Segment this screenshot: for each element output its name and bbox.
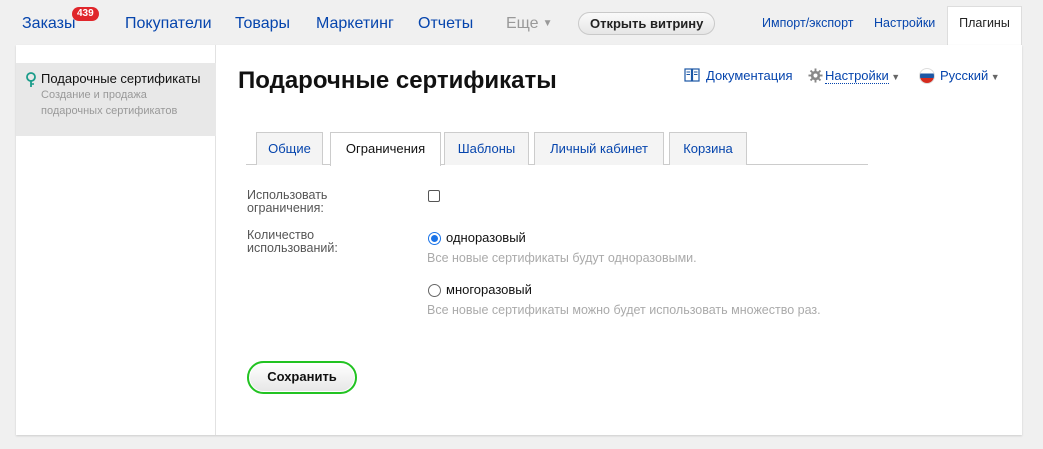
single-use-hint: Все новые сертификаты будут одноразовыми… [427, 251, 697, 265]
sidebar-item-gift-certificates[interactable]: Подарочные сертификаты Создание и продаж… [16, 63, 216, 136]
multi-use-radio[interactable] [428, 284, 441, 297]
documentation-link[interactable]: Документация [684, 68, 793, 83]
sidebar-item-title-wrap: Подарочные сертификаты Создание и продаж… [41, 71, 208, 118]
tab-cart[interactable]: Корзина [669, 132, 747, 165]
settings-dropdown[interactable]: Настройки ▼ [808, 68, 901, 84]
nav-more[interactable]: Еще ▼ [506, 15, 552, 33]
single-use-label[interactable]: одноразовый [446, 230, 526, 245]
nav-more-label: Еще [506, 15, 539, 32]
orders-count-badge: 439 [72, 7, 99, 21]
multi-use-hint: Все новые сертификаты можно будет исполь… [427, 303, 821, 317]
sidebar-item-description: Создание и продажа подарочных сертификат… [41, 89, 178, 117]
language-selector[interactable]: Русский ▼ [919, 68, 1000, 84]
save-button[interactable]: Сохранить [247, 361, 357, 394]
chevron-down-icon: ▼ [542, 18, 553, 29]
russia-flag-icon [919, 68, 935, 84]
sidebar-item-title: Подарочные сертификаты [41, 71, 201, 86]
single-use-radio[interactable] [428, 232, 441, 245]
nav-marketing[interactable]: Маркетинг [316, 15, 394, 33]
tab-templates[interactable]: Шаблоны [444, 132, 529, 165]
nav-settings[interactable]: Настройки [874, 16, 935, 30]
multi-use-label[interactable]: многоразовый [446, 282, 532, 297]
plugin-sidebar: Подарочные сертификаты Создание и продаж… [16, 45, 216, 435]
documentation-label: Документация [706, 68, 793, 83]
tab-personal-account[interactable]: Личный кабинет [534, 132, 664, 165]
use-restrictions-checkbox[interactable] [428, 190, 440, 202]
top-navigation: Заказы 439 Покупатели Товары Маркетинг О… [0, 0, 1043, 46]
nav-products[interactable]: Товары [235, 15, 290, 33]
page-title: Подарочные сертификаты [238, 67, 557, 94]
content-panel: Подарочные сертификаты Создание и продаж… [16, 45, 1022, 435]
chevron-down-icon: ▼ [888, 72, 901, 82]
use-restrictions-label: Использовать ограничения: [247, 188, 328, 215]
book-icon [684, 68, 700, 82]
nav-customers[interactable]: Покупатели [125, 15, 212, 33]
gear-icon [808, 68, 823, 83]
nav-import-export[interactable]: Импорт/экспорт [762, 16, 854, 30]
settings-label: Настройки [825, 68, 889, 84]
tab-restrictions[interactable]: Ограничения [330, 132, 441, 166]
nav-plugins-tab[interactable]: Плагины [947, 6, 1022, 46]
tab-general[interactable]: Общие [256, 132, 323, 165]
certificate-icon [25, 72, 37, 91]
open-storefront-button[interactable]: Открыть витрину [578, 12, 716, 35]
settings-tabs: Общие Ограничения Шаблоны Личный кабинет… [246, 132, 868, 166]
usage-count-label: Количество использований: [247, 228, 338, 255]
chevron-down-icon: ▼ [988, 72, 1000, 82]
language-label: Русский [940, 68, 989, 83]
nav-reports[interactable]: Отчеты [418, 15, 473, 33]
nav-orders[interactable]: Заказы [22, 15, 75, 33]
